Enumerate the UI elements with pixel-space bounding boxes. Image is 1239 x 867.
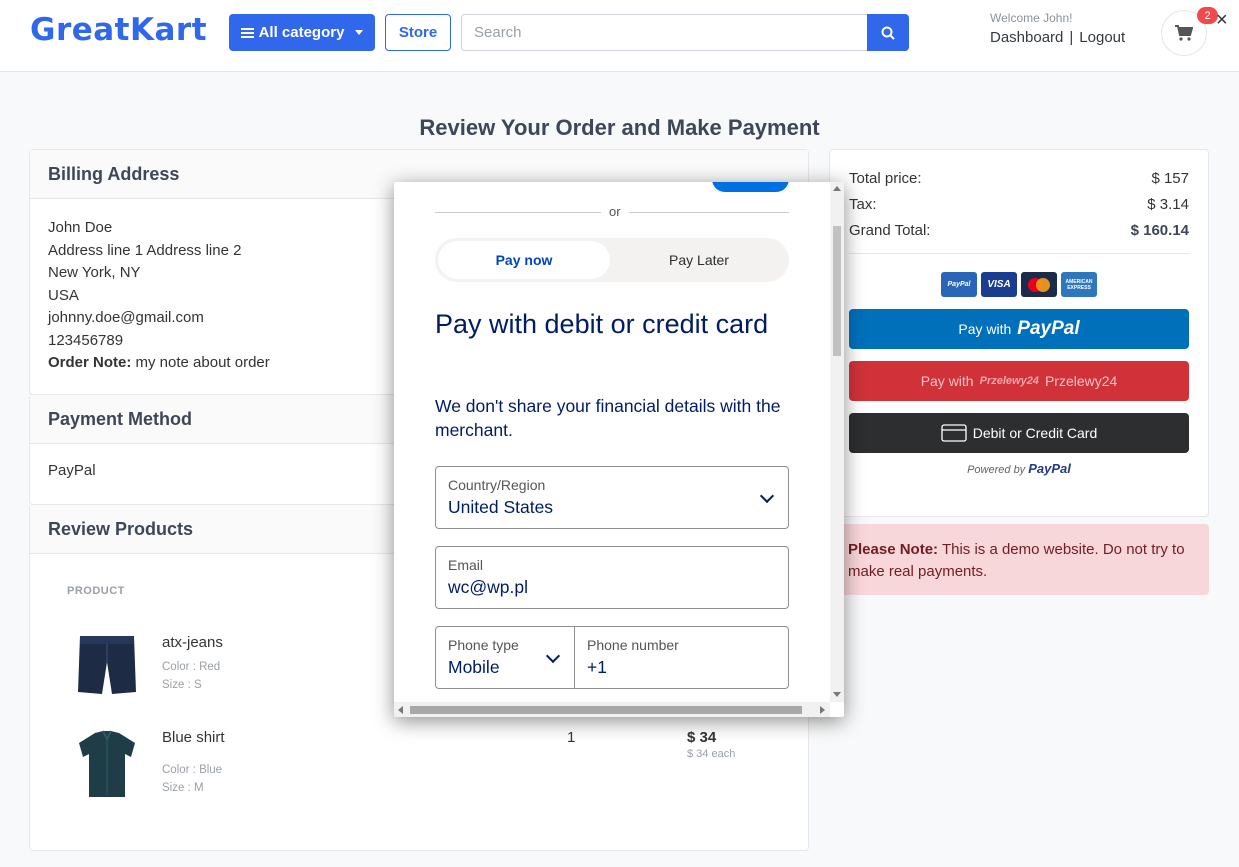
- pay-option-toggle: Pay now Pay Later: [435, 238, 789, 282]
- column-header-product: PRODUCT: [67, 585, 125, 597]
- scroll-down-icon[interactable]: [833, 692, 841, 697]
- chevron-down-icon: [545, 648, 561, 664]
- product-name[interactable]: atx-jeans: [162, 634, 223, 651]
- logout-link[interactable]: Logout: [1079, 29, 1125, 46]
- powered-by-paypal: Powered by PayPal: [849, 461, 1189, 476]
- search-button[interactable]: [867, 14, 909, 51]
- country-region-value: United States: [448, 497, 554, 517]
- order-note-value: my note about order: [135, 354, 270, 371]
- link-separator: |: [1069, 29, 1074, 46]
- close-icon[interactable]: ×: [1216, 10, 1228, 30]
- email-field[interactable]: Email wc@wp.pl: [435, 546, 789, 609]
- country-region-label: Country/Region: [448, 477, 546, 493]
- product-image-jeans[interactable]: [77, 634, 137, 704]
- product-name[interactable]: Blue shirt: [162, 729, 225, 746]
- top-navbar: GreatKart All category Store Welcome Joh…: [0, 0, 1239, 72]
- vertical-scrollbar[interactable]: [830, 182, 844, 702]
- horizontal-scroll-thumb[interactable]: [410, 706, 802, 714]
- product-image-shirt[interactable]: [77, 729, 137, 799]
- scroll-up-icon[interactable]: [833, 186, 841, 191]
- product-price: $ 34: [687, 729, 717, 746]
- horizontal-scrollbar[interactable]: [394, 702, 830, 717]
- tax-label: Tax:: [849, 196, 877, 213]
- table-row: Blue shirt Color : Blue Size : M 1 $ 34 …: [77, 729, 777, 809]
- paypal-pay-prefix: Pay with: [958, 321, 1012, 337]
- scroll-left-icon[interactable]: [398, 706, 403, 714]
- product-unit-price: $ 34 each: [687, 748, 736, 760]
- order-summary-card: Total price: $ 157 Tax: $ 3.14 Grand Tot…: [829, 149, 1209, 517]
- phone-type-label: Phone type: [448, 637, 519, 653]
- accepted-cards: PayPal VISA AMERICAN EXPRESS: [849, 272, 1189, 297]
- all-category-button[interactable]: All category: [229, 14, 375, 51]
- brand-logo[interactable]: GreatKart: [30, 12, 207, 48]
- modal-title: Pay with debit or credit card: [435, 309, 769, 339]
- tab-pay-now[interactable]: Pay now: [438, 241, 610, 279]
- email-value: wc@wp.pl: [448, 577, 529, 597]
- dashboard-link[interactable]: Dashboard: [990, 29, 1063, 46]
- debit-credit-card-label: Debit or Credit Card: [972, 425, 1098, 441]
- paypal-pay-button[interactable]: Pay with PayPal: [849, 309, 1189, 349]
- clipped-top-button[interactable]: [712, 182, 789, 192]
- product-quantity: 1: [567, 729, 576, 746]
- email-label: Email: [448, 557, 484, 573]
- scroll-right-icon[interactable]: [820, 706, 825, 714]
- powered-by-label: Powered by: [967, 464, 1026, 476]
- user-links: Dashboard | Logout: [990, 29, 1125, 46]
- product-size: Size : S: [162, 679, 202, 691]
- tax-value: $ 3.14: [1147, 196, 1189, 213]
- phone-number-value: +1: [587, 657, 607, 677]
- powered-by-logo: PayPal: [1028, 461, 1071, 476]
- mastercard-icon: [1021, 272, 1057, 297]
- chevron-down-icon: [759, 488, 775, 504]
- search-input[interactable]: [461, 14, 868, 51]
- debit-credit-card-button[interactable]: Debit or Credit Card: [849, 413, 1189, 453]
- total-price-value: $ 157: [1151, 170, 1189, 187]
- notice-label: Please Note:: [848, 541, 939, 558]
- grand-total-row: Grand Total: $ 160.14: [849, 222, 1189, 239]
- search-icon: [881, 26, 895, 40]
- demo-notice: Please Note: This is a demo website. Do …: [830, 524, 1209, 595]
- page-title: Review Your Order and Make Payment: [419, 115, 820, 140]
- total-price-row: Total price: $ 157: [849, 170, 1189, 187]
- cart-count-badge: 2: [1197, 7, 1218, 24]
- modal-subtitle: We don't share your financial details wi…: [435, 396, 781, 440]
- p24-brand-text: Przelewy24: [1044, 373, 1118, 389]
- summary-divider: [849, 253, 1189, 254]
- tab-pay-later[interactable]: Pay Later: [613, 241, 785, 279]
- product-size: Size : M: [162, 782, 204, 794]
- p24-pay-prefix: Pay with: [920, 373, 974, 389]
- paypal-card-icon: PayPal: [941, 272, 977, 297]
- grand-total-value: $ 160.14: [1130, 222, 1189, 239]
- caret-down-icon: [355, 30, 364, 35]
- phone-number-label: Phone number: [587, 637, 679, 653]
- visa-card-icon: VISA: [981, 272, 1017, 297]
- order-note-label: Order Note:: [48, 354, 132, 371]
- przelewy24-pay-button[interactable]: Pay with Przelewy24 Przelewy24: [849, 361, 1189, 401]
- shopping-cart-icon: [1175, 25, 1193, 41]
- menu-icon: [240, 27, 254, 38]
- amex-card-icon: AMERICAN EXPRESS: [1061, 272, 1097, 297]
- welcome-text: Welcome John!: [990, 11, 1073, 25]
- credit-card-icon: [941, 424, 967, 442]
- store-button[interactable]: Store: [385, 14, 451, 51]
- clipped-top-text: [508, 182, 548, 186]
- vertical-scroll-thumb[interactable]: [833, 226, 841, 356]
- tax-row: Tax: $ 3.14: [849, 196, 1189, 213]
- grand-total-label: Grand Total:: [849, 222, 931, 239]
- phone-type-select[interactable]: Phone type Mobile: [435, 626, 575, 689]
- product-color: Color : Blue: [162, 764, 223, 776]
- phone-number-field[interactable]: Phone number +1: [574, 626, 789, 689]
- paypal-logo: PayPal: [1017, 318, 1080, 339]
- total-price-label: Total price:: [849, 170, 922, 187]
- phone-type-value: Mobile: [448, 657, 500, 677]
- product-color: Color : Red: [162, 661, 221, 673]
- modal-scroll-content: or Pay now Pay Later Pay with debit or c…: [394, 182, 830, 702]
- przelewy24-logo: Przelewy24: [979, 375, 1039, 387]
- all-category-label: All category: [258, 24, 345, 41]
- country-region-select[interactable]: Country/Region United States: [435, 466, 789, 529]
- paypal-card-payment-modal: or Pay now Pay Later Pay with debit or c…: [394, 182, 844, 717]
- or-text: or: [601, 204, 629, 219]
